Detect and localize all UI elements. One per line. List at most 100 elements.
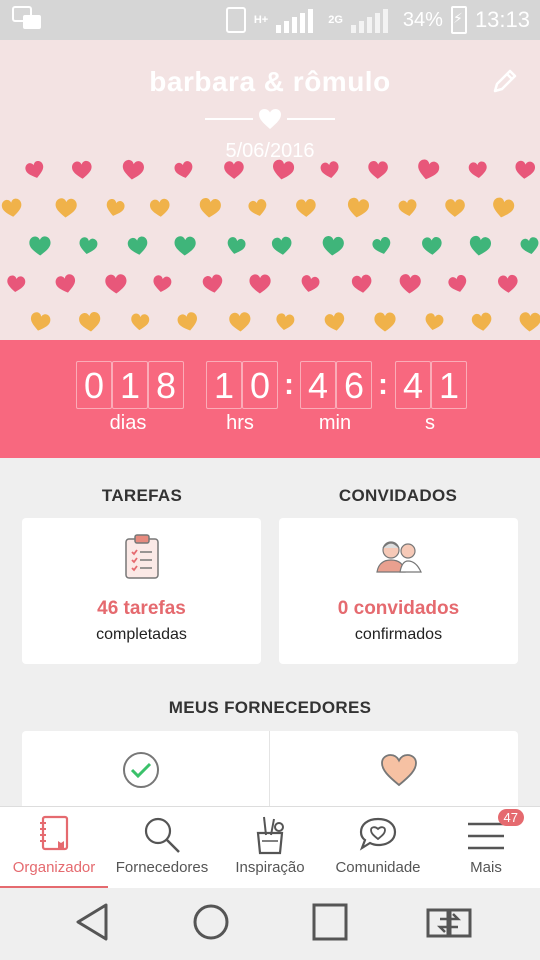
heart-decoration-icon: [471, 312, 492, 331]
hours-digit: 0: [242, 361, 278, 409]
heart-decoration-icon: [448, 274, 467, 292]
heart-decoration-icon: [418, 159, 440, 180]
pencil-cup-icon: [256, 816, 284, 855]
heart-decoration-icon: [122, 159, 144, 180]
nav-fornecedores[interactable]: Fornecedores: [108, 807, 216, 889]
seconds-label: s: [425, 412, 435, 434]
heart-decoration-icon: [520, 237, 539, 254]
menu-icon: [468, 822, 504, 850]
vendors-card[interactable]: [22, 731, 518, 811]
battery-percent: 34%: [402, 8, 443, 31]
nav-inspiracao-label: Inspiração: [235, 859, 305, 876]
heart-decoration-icon: [55, 198, 77, 218]
tasks-status: completadas: [96, 626, 187, 643]
nav-comunidade[interactable]: Comunidade: [324, 807, 432, 889]
days-digit: 8: [148, 361, 184, 409]
heart-decoration-icon: [174, 236, 196, 256]
days-digit: 1: [112, 361, 148, 409]
heart-decoration-icon: [174, 161, 193, 178]
days-digit: 0: [76, 361, 112, 409]
guests-card[interactable]: 0 convidados confirmados: [279, 518, 518, 664]
heart-decoration-icon: [131, 313, 150, 331]
heart-decoration-icon: [79, 237, 98, 254]
heart-decoration-icon: [229, 312, 251, 332]
heart-decoration-icon: [296, 199, 316, 217]
countdown-timer: 0 1 8 dias 1 0 : hrs 4 6 : min 4 1 s: [0, 340, 540, 458]
heart-decoration-icon: [276, 313, 295, 331]
heart-decoration-icon: [153, 275, 172, 293]
vendors-title: MEUS FORNECEDORES: [168, 698, 372, 717]
vendors-divider: [269, 731, 270, 811]
back-icon[interactable]: [74, 902, 110, 942]
heart-icon: [259, 109, 281, 129]
hearts-pattern: [1, 159, 540, 332]
app-screen: H+ 2G 34% 13:13 barbara & rômulo: [0, 0, 540, 960]
heart-decoration-icon: [1, 198, 22, 217]
heart-decoration-icon: [515, 160, 536, 179]
vibrate-icon: [225, 7, 246, 33]
nav-organizador[interactable]: Organizador: [0, 807, 108, 889]
clock: 13:13: [474, 7, 530, 32]
minutes-digit: 6: [336, 361, 372, 409]
heart-decoration-icon: [29, 236, 51, 256]
heart-decoration-icon: [398, 199, 417, 216]
heart-outline-icon: [381, 754, 417, 787]
search-icon: [144, 817, 180, 853]
minutes-label: min: [318, 412, 352, 434]
heart-decoration-icon: [25, 160, 44, 178]
heart-decoration-icon: [105, 274, 127, 294]
heart-decoration-icon: [249, 274, 271, 294]
seconds-digit: 1: [431, 361, 467, 409]
heart-decoration-icon: [320, 161, 339, 179]
clipboard-icon: [124, 534, 159, 579]
heart-decoration-icon: [324, 312, 345, 331]
nav-inspiracao[interactable]: Inspiração: [216, 807, 324, 889]
heart-decoration-icon: [55, 274, 76, 293]
tasks-card[interactable]: 46 tarefas completadas: [22, 518, 261, 664]
header-divider: [205, 108, 335, 132]
wedding-header: barbara & rômulo 5/06/2016: [0, 40, 540, 340]
heart-decoration-icon: [368, 161, 388, 179]
heart-decoration-icon: [149, 198, 170, 217]
heart-decoration-icon: [422, 236, 442, 255]
bottom-navigation: Organizador Fornecedores Inspiração Comu…: [0, 806, 540, 889]
notification-badge: 47: [497, 809, 524, 826]
hours-label: hrs: [226, 412, 254, 434]
heart-decoration-icon: [202, 274, 223, 293]
couple-name: barbara & rômulo: [149, 66, 391, 97]
heart-decoration-icon: [347, 197, 370, 218]
heart-decoration-icon: [79, 312, 101, 332]
check-circle-icon: [123, 752, 159, 788]
recents-icon[interactable]: [311, 902, 349, 942]
heart-decoration-icon: [248, 199, 267, 216]
heart-decoration-icon: [425, 313, 444, 330]
edit-pencil-icon[interactable]: [490, 66, 520, 96]
nav-mais[interactable]: 47 Mais: [432, 807, 540, 889]
minutes-digit: 4: [300, 361, 336, 409]
nav-fornecedores-label: Fornecedores: [115, 859, 209, 876]
guests-count: 0 convidados: [337, 598, 460, 619]
dual-window-icon[interactable]: [426, 902, 472, 942]
heart-decoration-icon: [199, 198, 221, 218]
guests-status: confirmados: [354, 626, 443, 643]
network-type: H+: [253, 14, 269, 26]
guests-couple-icon: [375, 541, 422, 573]
heart-decoration-icon: [445, 199, 465, 217]
time-separator: :: [378, 368, 388, 401]
heart-decoration-icon: [271, 236, 292, 255]
home-icon[interactable]: [192, 902, 230, 942]
heart-decoration-icon: [272, 159, 295, 180]
heart-decoration-icon: [322, 236, 344, 256]
signal-icon-2: [350, 7, 395, 33]
chat-heart-icon: [359, 817, 397, 851]
status-bar: H+ 2G 34% 13:13: [0, 0, 540, 40]
seconds-digit: 4: [395, 361, 431, 409]
heart-decoration-icon: [72, 160, 92, 179]
heart-decoration-icon: [469, 235, 492, 256]
tasks-count: 46 tarefas: [97, 598, 186, 619]
heart-decoration-icon: [7, 275, 26, 293]
network-type-2: 2G: [328, 14, 343, 26]
heart-decoration-icon: [227, 237, 246, 254]
heart-decoration-icon: [493, 197, 515, 218]
signal-icon: [276, 7, 320, 33]
